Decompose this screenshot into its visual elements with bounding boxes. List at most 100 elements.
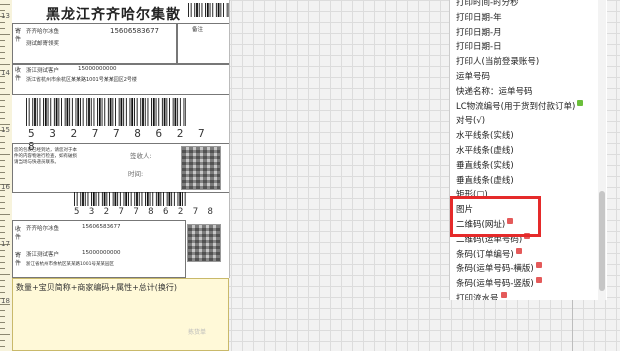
- disclaimer-text[interactable]: 您的包裹已经到达，请您对于本件的内容物进行检查，如有破损请当场与快递员联系。: [14, 148, 80, 166]
- ruler-tick: [0, 166, 5, 167]
- ruler-tick: [0, 250, 5, 251]
- notes-field[interactable]: 数量+宝贝简称+商家编码+属性+总计(换行) 拣货单: [12, 278, 229, 351]
- ruler-tick: [0, 94, 10, 95]
- ruler-number: 17: [1, 240, 10, 248]
- barcode-bar: [179, 192, 182, 206]
- field-list-item[interactable]: 打印日期-年: [456, 11, 502, 25]
- barcode-bar: [101, 192, 103, 206]
- field-list-item-label: 垂直线条(实线): [456, 160, 514, 171]
- barcode-bar: [198, 3, 200, 17]
- barcode-bar: [206, 3, 209, 17]
- sign-label[interactable]: 签收人:: [130, 150, 152, 160]
- ruler-number: 16: [1, 183, 10, 191]
- field-list-item[interactable]: LC物流编号(用于货到付款订单): [456, 99, 584, 114]
- ruler-tick: [0, 172, 5, 173]
- small-barcode[interactable]: [74, 192, 186, 206]
- receiver-name[interactable]: 浙江测试客户: [26, 66, 59, 74]
- barcode-bar: [119, 192, 121, 206]
- field-list-item[interactable]: 打印人(当前登录账号): [456, 55, 539, 69]
- lower-address[interactable]: 浙江省杭州市余杭区某某路1001号某某园区: [26, 261, 114, 267]
- field-list-item[interactable]: 打印日期-月: [456, 26, 502, 40]
- barcode-bar: [87, 192, 89, 206]
- receiver-side-label: 收件: [14, 67, 21, 82]
- barcode-bar: [55, 98, 58, 126]
- field-list-item[interactable]: 水平线条(实线): [456, 129, 514, 143]
- field-list-item[interactable]: 条码(运单号码-竖版): [456, 277, 542, 291]
- lower-receiver-side: 收件: [14, 226, 21, 241]
- label-title[interactable]: 黑龙江齐齐哈尔集散: [46, 4, 181, 24]
- barcode-bar: [147, 98, 149, 126]
- lower-sender-side: 寄件: [14, 252, 21, 267]
- barcode-bar: [152, 98, 155, 126]
- qr-code-2[interactable]: [187, 224, 221, 262]
- barcode-bar: [91, 192, 92, 206]
- field-list-item-label: 打印人(当前登录账号): [456, 57, 540, 68]
- ruler-tick: [0, 100, 5, 101]
- field-list-item[interactable]: 垂直线条(虚线): [456, 174, 514, 188]
- ruler-tick: [0, 232, 5, 233]
- sender-name[interactable]: 齐齐哈尔冰鱼: [26, 27, 59, 35]
- waybill-barcode[interactable]: [26, 98, 186, 126]
- ruler-tick: [0, 220, 5, 221]
- barcode-bar: [209, 3, 211, 17]
- barcode-bar: [141, 192, 143, 206]
- barcode-bar: [155, 192, 157, 206]
- barcode-bar: [169, 98, 170, 126]
- ruler-tick: [0, 106, 5, 107]
- field-list-item[interactable]: 条码(运单号码-横版): [456, 262, 542, 276]
- barcode-bar: [168, 192, 171, 206]
- field-list-item[interactable]: 快递名称：运单号码: [456, 85, 533, 99]
- ruler-tick: [0, 334, 10, 335]
- barcode-bar: [185, 98, 186, 126]
- barcode-bar: [106, 192, 108, 206]
- barcode-bar: [179, 98, 181, 126]
- barcode-bar: [177, 98, 179, 126]
- lower-sender-phone[interactable]: 15000000000: [82, 250, 121, 256]
- top-barcode[interactable]: [188, 3, 230, 17]
- lower-receiver-phone[interactable]: 15606583677: [82, 224, 121, 230]
- field-list-panel: 打印时间-时分秒 打印日期-年 打印日期-月 打印日期-日打印人(当前登录账号) 运单号…: [449, 0, 607, 300]
- remark-head[interactable]: 备注: [192, 25, 203, 33]
- barcode-bar: [145, 192, 146, 206]
- barcode-bar: [36, 98, 38, 126]
- barcode-bar: [32, 98, 34, 126]
- ruler-tick: [0, 214, 10, 215]
- receiver-address[interactable]: 浙江省杭州市余杭区某某路1001号某某园区2号楼: [26, 76, 137, 83]
- receiver-phone[interactable]: 15000000000: [78, 66, 117, 72]
- field-list-item[interactable]: 打印日期-日: [456, 40, 502, 54]
- lower-sender-name[interactable]: 浙江测试客户: [26, 250, 59, 258]
- field-list-item[interactable]: 条码(订单编号): [456, 247, 522, 262]
- field-list-item[interactable]: 打印流水号: [456, 292, 507, 300]
- ruler-tick: [0, 322, 5, 323]
- sender-phone[interactable]: 15606583677: [110, 27, 159, 35]
- barcode-bar: [173, 192, 175, 206]
- small-barcode-number: 5 3 2 7 7 8 6 2 7 8: [74, 207, 215, 217]
- barcode-bar: [166, 98, 168, 126]
- notes-content[interactable]: 数量+宝贝简称+商家编码+属性+总计(换行): [16, 282, 177, 293]
- barcode-bar: [226, 3, 228, 17]
- field-list-scrollbar[interactable]: [598, 0, 606, 300]
- barcode-bar: [114, 192, 117, 206]
- ruler-tick: [0, 292, 5, 293]
- barcode-bar: [75, 98, 77, 126]
- barcode-bar: [131, 98, 134, 126]
- ruler-tick: [0, 256, 5, 257]
- barcode-bar: [184, 192, 186, 206]
- barcode-bar: [155, 98, 157, 126]
- ruler-tick: [0, 136, 5, 137]
- waybill-preview[interactable]: 黑龙江齐齐哈尔集散 寄件 齐齐哈尔冰鱼 15606583677 测试邮寄领奖 备…: [12, 0, 230, 278]
- ruler-tick: [0, 202, 5, 203]
- barcode-bar: [109, 192, 110, 206]
- sender-address[interactable]: 测试邮寄领奖: [26, 39, 59, 47]
- field-list-item[interactable]: 打印时间-时分秒: [456, 0, 519, 10]
- field-list-item[interactable]: 对号(√): [456, 114, 485, 128]
- lower-receiver-name[interactable]: 齐齐哈尔冰鱼: [26, 224, 59, 232]
- time-label[interactable]: 时间:: [128, 168, 143, 178]
- field-list-item[interactable]: 水平线条(虚线): [456, 144, 514, 158]
- scrollbar-thumb[interactable]: [599, 191, 605, 291]
- field-list-item[interactable]: 垂直线条(实线): [456, 159, 514, 173]
- field-list-item[interactable]: 运单号码: [456, 70, 490, 84]
- ruler-tick: [0, 142, 5, 143]
- qr-code-1[interactable]: [181, 146, 221, 190]
- barcode-bar: [82, 98, 84, 126]
